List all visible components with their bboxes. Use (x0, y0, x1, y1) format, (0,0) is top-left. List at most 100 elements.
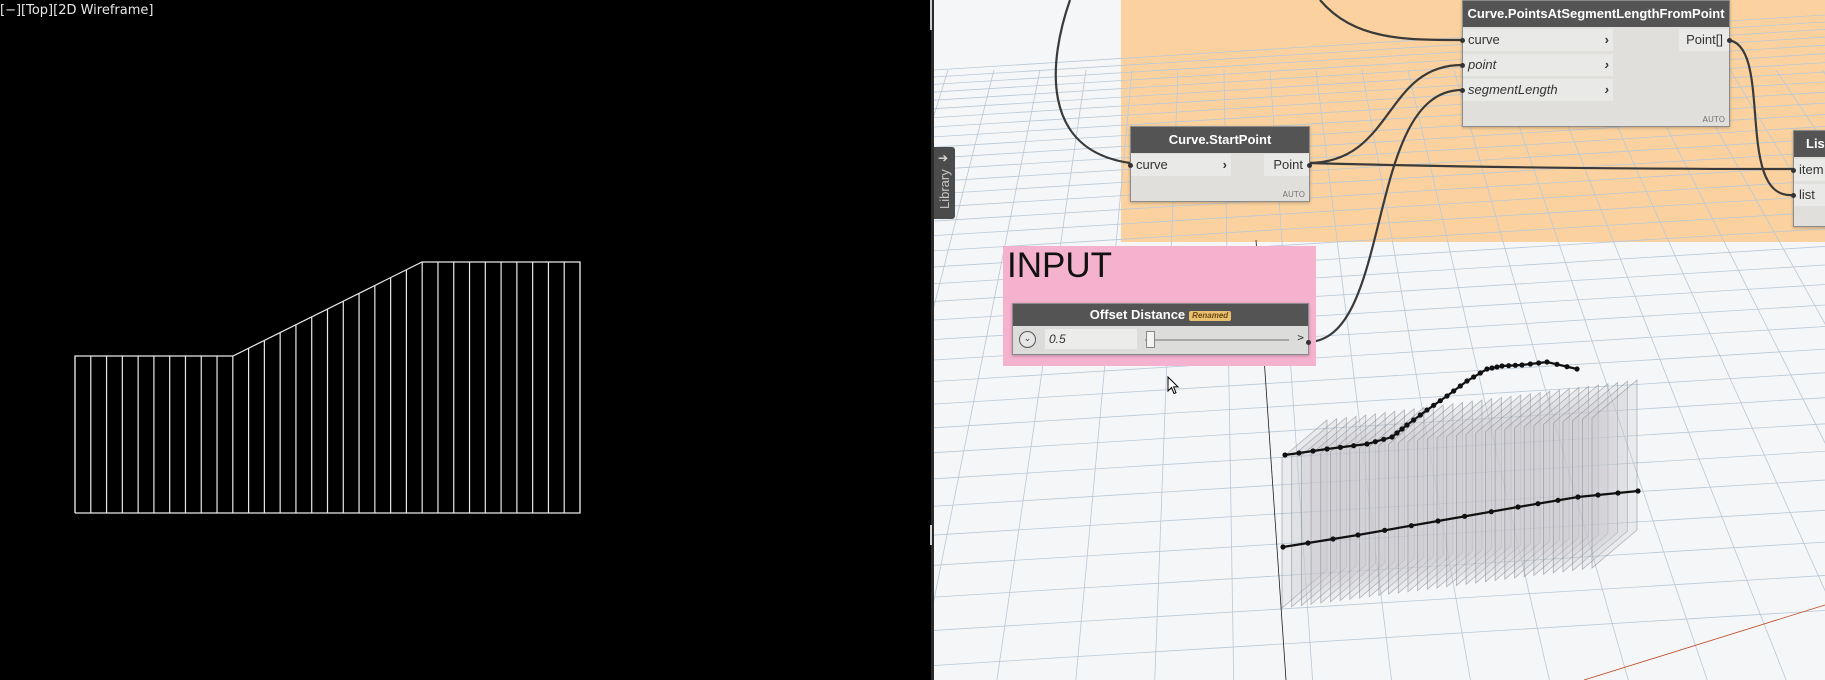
library-tab[interactable]: ➔ Library (934, 147, 955, 219)
input-port-list[interactable]: list (1794, 184, 1825, 206)
preview-point (1555, 497, 1561, 503)
preview-point (1411, 417, 1417, 423)
grid-line (934, 151, 1825, 208)
arrow-right-icon: ➔ (938, 151, 949, 165)
preview-point (1544, 359, 1550, 365)
preview-point (1499, 363, 1505, 369)
group-title[interactable]: INPUT (1007, 246, 1112, 286)
connector-wire (1307, 161, 1794, 171)
node-offset-distance-slider[interactable]: Offset Distance Renamed ⌄ 0.5 > (1012, 303, 1311, 355)
slider-thumb[interactable] (1146, 331, 1155, 348)
input-connector[interactable] (1460, 63, 1465, 68)
preview-point (1635, 488, 1641, 494)
lacing-label[interactable]: AUTO (1702, 115, 1725, 124)
preview-point (1381, 436, 1387, 442)
output-connector[interactable] (1727, 38, 1732, 43)
slider-body: ⌄ 0.5 > (1013, 326, 1308, 354)
connector-wire (1307, 63, 1463, 165)
chevron-down-icon[interactable]: ⌄ (1019, 331, 1036, 348)
preview-point (1536, 360, 1542, 366)
slider-value-field[interactable]: 0.5 (1045, 329, 1137, 349)
preview-point (1527, 361, 1533, 367)
input-connector[interactable] (1791, 168, 1796, 173)
chevron-right-icon: › (1222, 157, 1227, 172)
preview-point (1444, 393, 1450, 399)
preview-point (1554, 361, 1560, 367)
cad-viewport[interactable]: [−][Top][2D Wireframe] (0, 0, 931, 680)
input-port-segmentlength[interactable]: segmentLength › (1463, 79, 1613, 101)
preview-point (1489, 365, 1495, 371)
preview-point (1372, 439, 1378, 445)
grid-line (934, 610, 1825, 666)
connector-wire (1306, 88, 1463, 344)
input-port-item[interactable]: item (1794, 159, 1825, 181)
input-connector[interactable] (1791, 193, 1796, 198)
preview-point (1484, 366, 1490, 372)
grid-line (1499, 69, 1708, 680)
preview-point (1417, 412, 1423, 418)
renamed-badge: Renamed (1189, 311, 1232, 321)
node-title: Lis (1794, 131, 1825, 157)
preview-point (1471, 374, 1477, 380)
preview-point (1494, 364, 1500, 370)
preview-point (1515, 504, 1521, 510)
slider-expand-button[interactable]: > (1297, 331, 1304, 344)
preview-point (1435, 518, 1441, 524)
node-title: Offset Distance (1089, 307, 1186, 322)
grid-line (934, 138, 1825, 195)
splitter-handle[interactable] (930, 525, 932, 545)
output-connector[interactable] (1306, 340, 1311, 345)
preview-point (1282, 452, 1288, 458)
preview-point (1424, 407, 1430, 413)
preview-point (1408, 523, 1414, 529)
preview-point (1399, 426, 1405, 432)
preview-point (1595, 492, 1601, 498)
splitter-handle[interactable] (930, 0, 932, 30)
wireframe-drawing (74, 261, 581, 514)
node-list-partial[interactable]: Lis item list (1791, 130, 1825, 227)
input-connector[interactable] (1128, 163, 1133, 168)
chevron-right-icon: › (1604, 57, 1609, 72)
preview-point (1451, 388, 1457, 394)
node-title: Curve.StartPoint (1131, 127, 1309, 153)
lacing-label[interactable]: AUTO (1282, 190, 1305, 199)
grid-line (934, 126, 1825, 182)
preview-point (1512, 362, 1518, 368)
preview-point (1488, 509, 1494, 515)
output-port-point[interactable]: Point (1264, 154, 1309, 176)
preview-point (1457, 383, 1463, 389)
preview-point (1615, 490, 1621, 496)
node-curve-startpoint[interactable]: Curve.StartPoint curve › Point AUTO (1128, 126, 1312, 202)
preview-point (1519, 362, 1525, 368)
preview-point (1394, 430, 1400, 436)
input-connector[interactable] (1460, 88, 1465, 93)
node-title-row: Offset Distance Renamed (1013, 304, 1308, 326)
preview-point (1462, 513, 1468, 519)
preview-point (1437, 398, 1443, 404)
node-title: Curve.PointsAtSegmentLengthFromPoint (1463, 1, 1729, 27)
preview-point (1535, 501, 1541, 507)
slider-track[interactable] (1145, 339, 1289, 341)
preview-point (1330, 536, 1336, 542)
output-connector[interactable] (1307, 163, 1312, 168)
preview-point (1305, 540, 1311, 546)
node-curve-pointsatsegmentlength[interactable]: Curve.PointsAtSegmentLengthFromPoint cur… (1460, 0, 1732, 127)
preview-point (1506, 363, 1512, 369)
preview-point (1464, 378, 1470, 384)
output-port-points[interactable]: Point[] (1679, 29, 1729, 51)
preview-point (1351, 443, 1357, 449)
input-connector[interactable] (1460, 38, 1465, 43)
library-tab-label: Library (937, 169, 952, 209)
mouse-cursor-icon (1167, 376, 1180, 395)
preview-point (1324, 446, 1330, 452)
preview-point (1355, 532, 1361, 538)
input-port-curve[interactable]: curve › (1463, 29, 1613, 51)
preview-point (1296, 450, 1302, 456)
preview-point (1310, 448, 1316, 454)
input-port-curve[interactable]: curve › (1131, 154, 1231, 176)
axis-line (1583, 604, 1825, 680)
preview-point (1404, 422, 1410, 428)
input-port-point[interactable]: point › (1463, 54, 1613, 76)
preview-point (1280, 544, 1286, 550)
dynamo-workspace[interactable]: INPUT Curve.StartPoint curve › Point AUT… (934, 0, 1825, 680)
